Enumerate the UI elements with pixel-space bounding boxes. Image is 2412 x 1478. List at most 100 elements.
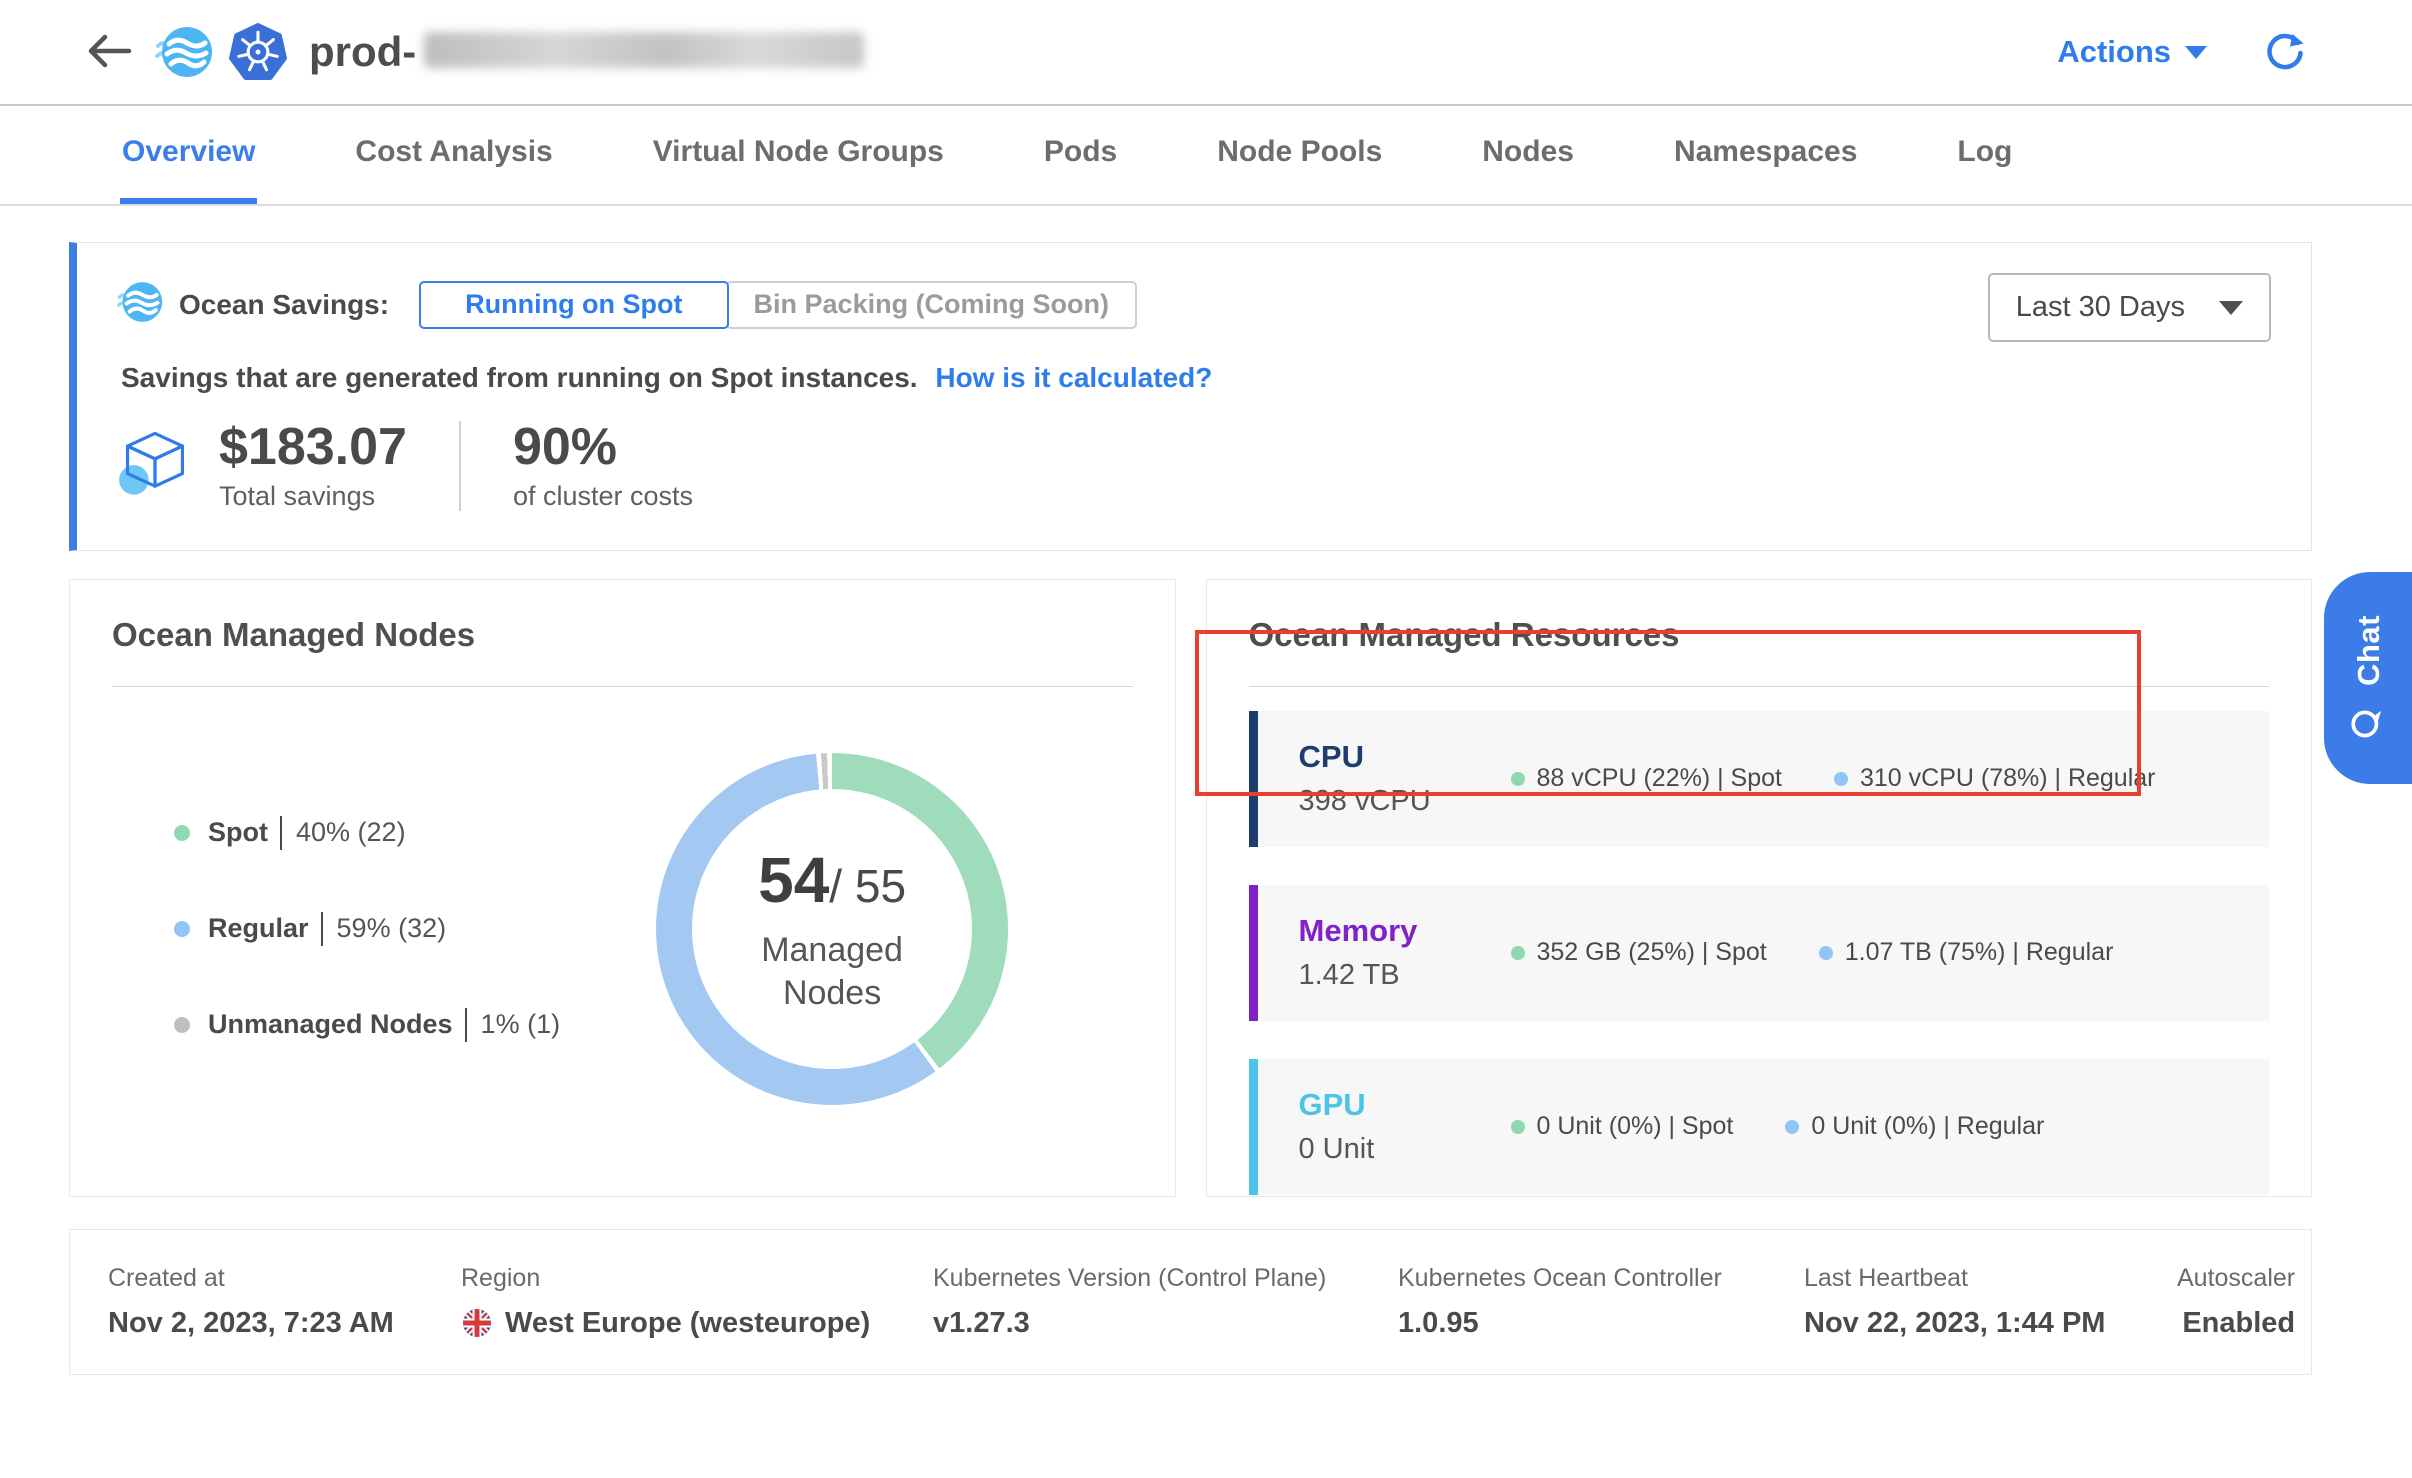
spot-dot bbox=[1511, 772, 1525, 786]
last-heartbeat-field: Last Heartbeat Nov 22, 2023, 1:44 PM bbox=[1804, 1264, 2177, 1340]
total-savings-value: $183.07 bbox=[219, 420, 407, 475]
ocean-managed-nodes-card: Ocean Managed Nodes Spot 40% (22) Regula… bbox=[69, 579, 1176, 1197]
legend-label: Unmanaged Nodes bbox=[208, 1009, 453, 1040]
running-on-spot-toggle[interactable]: Running on Spot bbox=[419, 281, 728, 329]
tab-pods[interactable]: Pods bbox=[1042, 106, 1119, 204]
ocean-savings-label: Ocean Savings: bbox=[179, 289, 389, 321]
memory-regular-stat: 1.07 TB (75%) | Regular bbox=[1819, 938, 2114, 967]
legend-item-regular: Regular 59% (32) bbox=[174, 912, 560, 946]
spot-dot bbox=[1511, 946, 1525, 960]
stat-divider bbox=[459, 421, 461, 511]
back-button[interactable] bbox=[85, 33, 133, 72]
field-value: Nov 22, 2023, 1:44 PM bbox=[1804, 1307, 2177, 1340]
resource-rows: CPU 398 vCPU 88 vCPU (22%) | Spot 310 vC… bbox=[1249, 711, 2270, 1195]
chevron-down-icon bbox=[2219, 301, 2243, 315]
cpu-resource-row: CPU 398 vCPU 88 vCPU (22%) | Spot 310 vC… bbox=[1249, 711, 2270, 847]
field-value: Enabled bbox=[2177, 1307, 2295, 1340]
regular-legend-dot bbox=[174, 921, 190, 937]
legend-separator bbox=[465, 1008, 467, 1042]
regular-dot bbox=[1834, 772, 1848, 786]
actions-button[interactable]: Actions bbox=[2057, 34, 2207, 70]
field-label: Kubernetes Ocean Controller bbox=[1398, 1264, 1804, 1293]
tab-log[interactable]: Log bbox=[1955, 106, 2014, 204]
k8s-version-field: Kubernetes Version (Control Plane) v1.27… bbox=[933, 1264, 1398, 1340]
donut-center: 54/ 55 Managed Nodes bbox=[692, 789, 972, 1069]
cluster-info-bar: Created at Nov 2, 2023, 7:23 AM Region W… bbox=[69, 1229, 2312, 1375]
header-actions-group: Actions bbox=[2057, 29, 2307, 76]
memory-name-block: Memory 1.42 TB bbox=[1299, 913, 1511, 992]
chat-button-label: Chat bbox=[2350, 615, 2386, 686]
refresh-button[interactable] bbox=[2263, 29, 2307, 76]
legend-item-unmanaged: Unmanaged Nodes 1% (1) bbox=[174, 1008, 560, 1042]
ocean-managed-resources-card: Ocean Managed Resources CPU 398 vCPU 88 … bbox=[1206, 579, 2313, 1197]
memory-total: 1.42 TB bbox=[1299, 959, 1511, 992]
actions-button-label: Actions bbox=[2057, 34, 2171, 70]
page-title: prod- bbox=[309, 28, 864, 76]
legend-value: 59% (32) bbox=[337, 913, 447, 944]
cpu-name: CPU bbox=[1299, 739, 1511, 775]
tab-bar: Overview Cost Analysis Virtual Node Grou… bbox=[0, 106, 2412, 206]
savings-cube-icon bbox=[117, 425, 193, 506]
gpu-resource-row: GPU 0 Unit 0 Unit (0%) | Spot 0 Unit (0%… bbox=[1249, 1059, 2270, 1195]
tab-overview[interactable]: Overview bbox=[120, 106, 257, 204]
savings-description-row: Savings that are generated from running … bbox=[121, 362, 2266, 394]
gpu-name: GPU bbox=[1299, 1087, 1511, 1123]
redacted-cluster-name bbox=[424, 32, 864, 68]
cpu-stats: 88 vCPU (22%) | Spot 310 vCPU (78%) | Re… bbox=[1511, 764, 2156, 793]
legend-value: 40% (22) bbox=[296, 817, 406, 848]
cpu-accent-bar bbox=[1249, 711, 1258, 847]
ocean-savings-banner: Ocean Savings: Running on Spot Bin Packi… bbox=[69, 242, 2312, 551]
autoscaler-field: Autoscaler Enabled bbox=[2177, 1264, 2295, 1340]
ocean-wave-logo-icon bbox=[155, 23, 213, 81]
cluster-cost-stat: 90% of cluster costs bbox=[513, 420, 693, 512]
donut-center-caption: Managed Nodes bbox=[727, 929, 937, 1014]
regular-dot bbox=[1819, 946, 1833, 960]
cpu-spot-stat: 88 vCPU (22%) | Spot bbox=[1511, 764, 1782, 793]
memory-name: Memory bbox=[1299, 913, 1511, 949]
savings-view-toggle: Running on Spot Bin Packing (Coming Soon… bbox=[419, 281, 1137, 329]
gpu-spot-stat: 0 Unit (0%) | Spot bbox=[1511, 1112, 1734, 1141]
tab-node-pools[interactable]: Node Pools bbox=[1215, 106, 1384, 204]
chat-button[interactable]: Chat bbox=[2324, 572, 2412, 784]
field-label: Kubernetes Version (Control Plane) bbox=[933, 1264, 1398, 1293]
unmanaged-legend-dot bbox=[174, 1017, 190, 1033]
gpu-accent-bar bbox=[1249, 1059, 1258, 1195]
ocean-controller-field: Kubernetes Ocean Controller 1.0.95 bbox=[1398, 1264, 1804, 1340]
card-divider bbox=[1249, 686, 2270, 687]
cluster-cost-pct-value: 90% bbox=[513, 420, 693, 475]
chat-button-inner: Chat bbox=[2348, 615, 2389, 742]
tab-virtual-node-groups[interactable]: Virtual Node Groups bbox=[651, 106, 946, 204]
cpu-total: 398 vCPU bbox=[1299, 785, 1511, 818]
total-savings-stat: $183.07 Total savings bbox=[219, 420, 407, 512]
savings-banner-header-row: Ocean Savings: Running on Spot Bin Packi… bbox=[117, 279, 2266, 330]
managed-nodes-card-title: Ocean Managed Nodes bbox=[112, 616, 1133, 654]
tab-cost-analysis[interactable]: Cost Analysis bbox=[353, 106, 554, 204]
gpu-regular-stat: 0 Unit (0%) | Regular bbox=[1785, 1112, 2044, 1141]
chat-bubble-icon bbox=[2348, 703, 2389, 741]
period-dropdown[interactable]: Last 30 Days bbox=[1988, 273, 2271, 342]
field-label: Region bbox=[461, 1264, 933, 1293]
tab-namespaces[interactable]: Namespaces bbox=[1672, 106, 1859, 204]
bin-packing-toggle[interactable]: Bin Packing (Coming Soon) bbox=[726, 281, 1138, 329]
legend-value: 1% (1) bbox=[481, 1009, 561, 1040]
legend-label: Regular bbox=[208, 913, 309, 944]
field-value: Nov 2, 2023, 7:23 AM bbox=[108, 1307, 461, 1340]
how-is-it-calculated-link[interactable]: How is it calculated? bbox=[935, 362, 1212, 393]
cluster-cost-pct-caption: of cluster costs bbox=[513, 481, 693, 512]
ocean-cluster-overview-page: { "header": { "title_prefix": "prod-", "… bbox=[0, 0, 2412, 1478]
memory-stats: 352 GB (25%) | Spot 1.07 TB (75%) | Regu… bbox=[1511, 938, 2114, 967]
field-value: v1.27.3 bbox=[933, 1307, 1398, 1340]
memory-resource-row: Memory 1.42 TB 352 GB (25%) | Spot 1.07 … bbox=[1249, 885, 2270, 1021]
uk-flag-icon bbox=[461, 1307, 493, 1339]
savings-description: Savings that are generated from running … bbox=[121, 362, 918, 393]
managed-nodes-donut-chart: 54/ 55 Managed Nodes bbox=[656, 753, 1008, 1105]
nodes-legend: Spot 40% (22) Regular 59% (32) Unmanaged… bbox=[174, 816, 560, 1042]
gpu-stats: 0 Unit (0%) | Spot 0 Unit (0%) | Regular bbox=[1511, 1112, 2045, 1141]
period-dropdown-value: Last 30 Days bbox=[2016, 291, 2185, 324]
page-header: prod- Actions bbox=[0, 0, 2412, 106]
chevron-down-icon bbox=[2185, 46, 2207, 59]
regular-dot bbox=[1785, 1120, 1799, 1134]
managed-nodes-content: Spot 40% (22) Regular 59% (32) Unmanaged… bbox=[112, 753, 1133, 1105]
region-field: Region West Europe (westeurope) bbox=[461, 1264, 933, 1340]
tab-nodes[interactable]: Nodes bbox=[1480, 106, 1576, 204]
